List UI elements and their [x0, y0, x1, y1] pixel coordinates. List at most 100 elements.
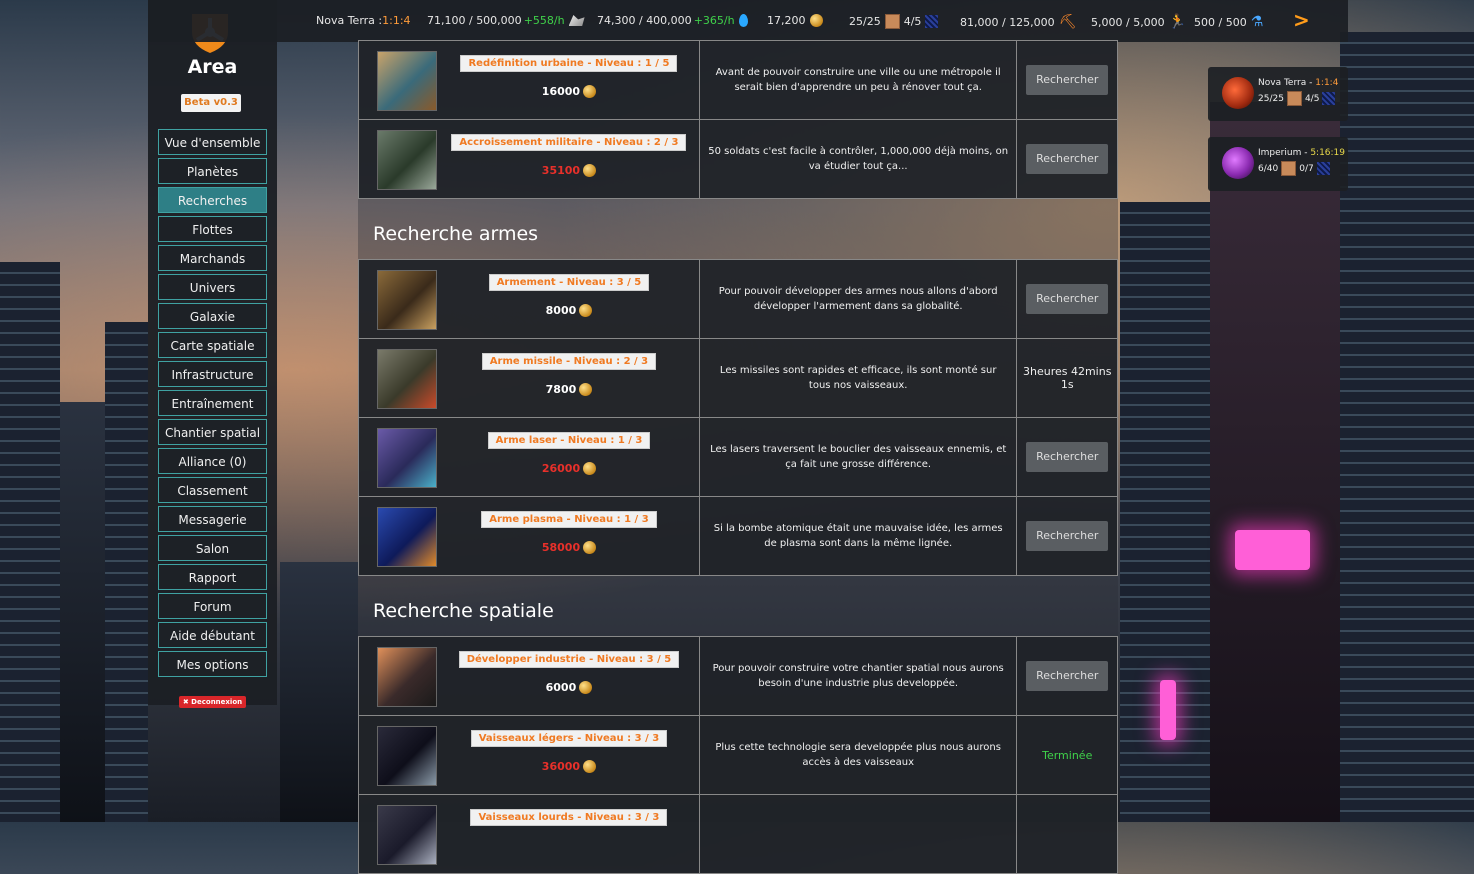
sidebar-item-galaxy[interactable]: Galaxie	[158, 303, 267, 329]
resource-bar: Nova Terra : 1:1:4 71,100 / 500,000 +558…	[148, 0, 1348, 42]
fields-resource: 25/25 4/5	[849, 14, 939, 29]
sidebar-item-fleets[interactable]: Flottes	[158, 216, 267, 242]
research-thumbnail[interactable]	[377, 428, 437, 488]
section-title: Recherche spatiale	[358, 576, 1118, 636]
sidebar-item-reports[interactable]: Rapport	[158, 564, 267, 590]
research-description: 50 soldats c'est facile à contrôler, 1,0…	[698, 119, 1018, 199]
research-cost: 36000	[439, 760, 699, 773]
sidebar-item-merchants[interactable]: Marchands	[158, 245, 267, 271]
research-button[interactable]: Rechercher	[1026, 65, 1109, 95]
current-planet[interactable]: Nova Terra : 1:1:4	[316, 14, 411, 27]
version-badge: Beta v0.3	[181, 94, 241, 112]
research-info-cell: Armement - Niveau : 3 / 5 8000	[358, 259, 700, 339]
sidebar-item-universe[interactable]: Univers	[158, 274, 267, 300]
research-info-cell: Redéfinition urbaine - Niveau : 1 / 5 160…	[358, 40, 700, 120]
research-button[interactable]: Rechercher	[1026, 521, 1109, 551]
logo-text: Area	[187, 56, 238, 78]
research-row: Armement - Niveau : 3 / 5 8000 Pour pouvoi…	[358, 259, 1118, 339]
coin-icon	[583, 462, 597, 475]
sidebar: Area Beta v0.3 Vue d'ensemble Planètes Rec…	[148, 0, 277, 708]
research-content: Redéfinition urbaine - Niveau : 1 / 5 160…	[358, 40, 1118, 874]
sidebar-item-forum[interactable]: Forum	[158, 593, 267, 619]
research-cost-value: 7800	[545, 383, 577, 396]
sidebar-item-options[interactable]: Mes options	[158, 651, 267, 677]
research-thumbnail[interactable]	[377, 349, 437, 409]
research-title[interactable]: Arme missile - Niveau : 2 / 3	[481, 353, 657, 370]
research-resource: 500 / 500 ⚗	[1194, 14, 1263, 30]
sidebar-item-ranking[interactable]: Classement	[158, 477, 267, 503]
sidebar-item-alliance[interactable]: Alliance (0)	[158, 448, 267, 474]
research-thumbnail[interactable]	[377, 51, 437, 111]
planet-card-pos: 5:16:19	[1310, 148, 1346, 158]
coin-icon	[579, 681, 593, 694]
water-rate: +365/h	[693, 14, 735, 27]
sidebar-item-training[interactable]: Entraînement	[158, 390, 267, 416]
planet-card-name: Imperium -	[1258, 148, 1311, 158]
coin-icon	[583, 760, 597, 773]
planet-card-fields: 25/25	[1258, 93, 1284, 104]
coin-icon	[583, 164, 597, 177]
next-arrow-button[interactable]: >	[1293, 8, 1310, 32]
research-row: Arme laser - Niveau : 1 / 3 26000 Les lase…	[358, 417, 1118, 497]
research-info-cell: Vaisseaux légers - Niveau : 3 / 3 36000	[358, 715, 700, 795]
logout-button[interactable]: ✖ Deconnexion	[179, 696, 246, 708]
sidebar-item-shipyard[interactable]: Chantier spatial	[158, 419, 267, 445]
research-table: Développer industrie - Niveau : 3 / 5 600…	[358, 636, 1118, 874]
water-resource: 74,300 / 400,000 +365/h	[597, 14, 748, 27]
research-row: Arme plasma - Niveau : 1 / 3 58000 Si la b…	[358, 496, 1118, 576]
research-cost-value: 26000	[541, 462, 581, 475]
sidebar-item-help[interactable]: Aide débutant	[158, 622, 267, 648]
research-thumbnail[interactable]	[377, 507, 437, 567]
research-description: Pour pouvoir construire votre chantier s…	[698, 636, 1018, 716]
sidebar-item-space-map[interactable]: Carte spatiale	[158, 332, 267, 358]
sidebar-item-overview[interactable]: Vue d'ensemble	[158, 129, 267, 155]
research-description: Les lasers traversent le bouclier des va…	[698, 417, 1018, 497]
research-thumbnail[interactable]	[377, 270, 437, 330]
sidebar-item-infrastructure[interactable]: Infrastructure	[158, 361, 267, 387]
research-thumbnail[interactable]	[377, 726, 437, 786]
research-cost: 6000	[439, 681, 699, 694]
metal-value: 71,100 / 500,000	[427, 14, 522, 27]
research-info-cell: Accroissement militaire - Niveau : 2 / 3…	[358, 119, 700, 199]
research-info-cell: Arme laser - Niveau : 1 / 3 26000	[358, 417, 700, 497]
research-description: Avant de pouvoir construire une ville ou…	[698, 40, 1018, 120]
research-button[interactable]: Rechercher	[1026, 442, 1109, 472]
research-title[interactable]: Développer industrie - Niveau : 3 / 5	[458, 651, 680, 668]
planet-card-1[interactable]: Nova Terra - 1:1:4 25/25 4/5	[1208, 67, 1348, 121]
sidebar-item-research[interactable]: Recherches	[158, 187, 267, 213]
sidebar-item-planets[interactable]: Planètes	[158, 158, 267, 184]
research-button[interactable]: Rechercher	[1026, 284, 1109, 314]
main-nav: Vue d'ensemble Planètes Recherches Flottes M…	[158, 129, 267, 680]
planet-card-2[interactable]: Imperium - 5:16:19 6/40 0/7	[1208, 137, 1348, 191]
research-action-cell: Rechercher	[1016, 417, 1118, 497]
research-cost: 26000	[439, 462, 699, 475]
research-title[interactable]: Arme laser - Niveau : 1 / 3	[487, 432, 651, 449]
planet-card-fields: 6/40	[1258, 163, 1279, 174]
research-title[interactable]: Arme plasma - Niveau : 1 / 3	[481, 511, 657, 528]
sidebar-item-messages[interactable]: Messagerie	[158, 506, 267, 532]
crate-icon	[884, 14, 900, 29]
coin-icon	[583, 85, 597, 98]
grid-icon	[1322, 92, 1336, 105]
research-description: Les missiles sont rapides et efficace, i…	[698, 338, 1018, 418]
research-cost: 35100	[439, 164, 699, 177]
research-title[interactable]: Vaisseaux lourds - Niveau : 3 / 3	[470, 809, 668, 826]
research-cost: 58000	[439, 541, 699, 554]
research-cost-value: 58000	[541, 541, 581, 554]
research-button[interactable]: Rechercher	[1026, 144, 1109, 174]
research-action-cell: 3heures 42mins 1s	[1016, 338, 1118, 418]
research-table: Armement - Niveau : 3 / 5 8000 Pour pouvoi…	[358, 259, 1118, 576]
research-title[interactable]: Redéfinition urbaine - Niveau : 1 / 5	[460, 55, 678, 72]
research-thumbnail[interactable]	[377, 805, 437, 865]
planet-card-pos: 1:1:4	[1315, 78, 1339, 88]
research-thumbnail[interactable]	[377, 130, 437, 190]
planet-icon	[1222, 77, 1254, 109]
sidebar-item-chat[interactable]: Salon	[158, 535, 267, 561]
research-title[interactable]: Accroissement militaire - Niveau : 2 / 3	[451, 134, 687, 151]
water-drop-icon	[738, 14, 748, 27]
research-title[interactable]: Vaisseaux légers - Niveau : 3 / 3	[470, 730, 668, 747]
research-button[interactable]: Rechercher	[1026, 661, 1109, 691]
research-title[interactable]: Armement - Niveau : 3 / 5	[488, 274, 650, 291]
research-thumbnail[interactable]	[377, 647, 437, 707]
research-action-cell: Rechercher	[1016, 40, 1118, 120]
